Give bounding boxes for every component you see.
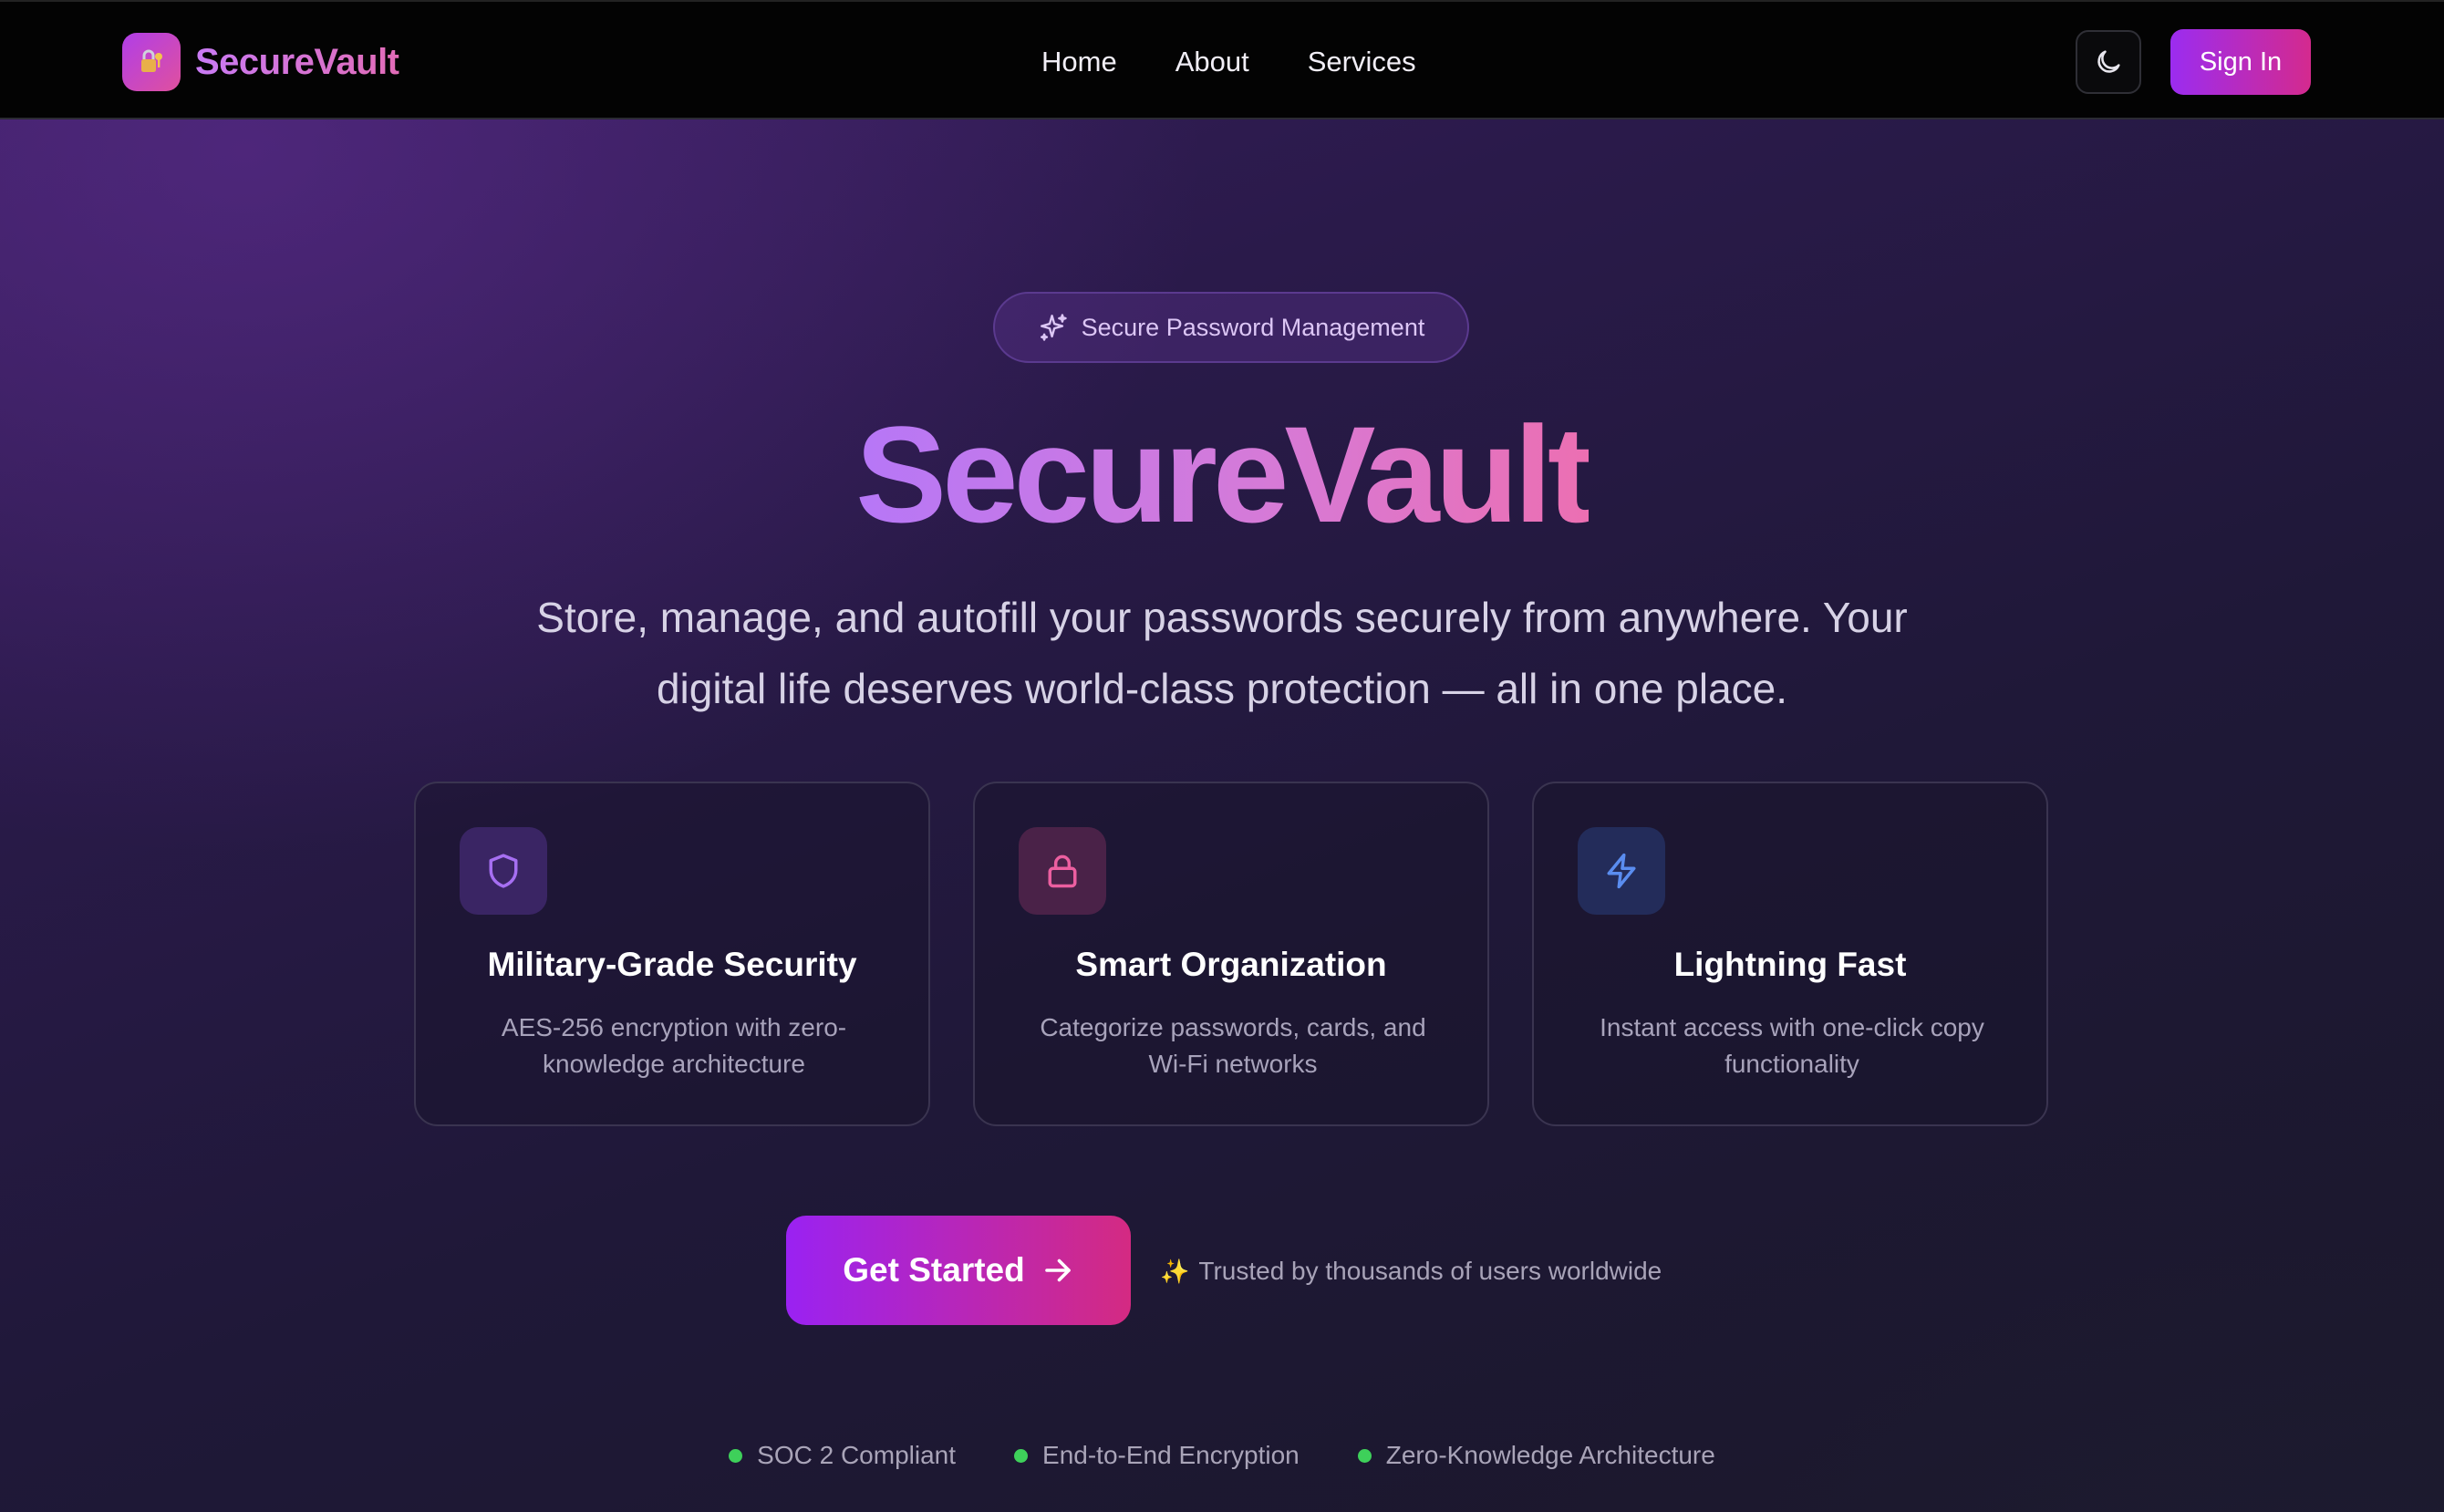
badge-zero-knowledge: Zero-Knowledge Architecture — [1357, 1441, 1715, 1470]
brand-link[interactable]: SecureVault — [122, 33, 399, 91]
nav-link-about[interactable]: About — [1175, 46, 1249, 78]
hero-pill-label: Secure Password Management — [1081, 313, 1425, 341]
sparkles-emoji-icon: ✨ — [1160, 1257, 1190, 1285]
hero-subtitle: Store, manage, and autofill your passwor… — [511, 582, 1933, 724]
sign-in-button[interactable]: Sign In — [2170, 29, 2311, 95]
status-dot-icon — [729, 1448, 743, 1463]
hero-title: SecureVault — [855, 398, 1593, 551]
theme-toggle-button[interactable] — [2076, 30, 2141, 94]
vault-logo-icon — [122, 33, 181, 91]
status-dot-icon — [1357, 1448, 1372, 1463]
hero-pill-badge: Secure Password Management — [993, 292, 1469, 363]
feature-description: AES-256 encryption with zero-knowledge a… — [501, 1013, 847, 1078]
top-navbar: SecureVault Home About Services Sign In — [0, 0, 2444, 119]
shield-icon — [489, 854, 518, 888]
lightning-icon — [1607, 853, 1636, 889]
sparkles-icon — [1040, 314, 1067, 341]
feature-description: Categorize passwords, cards, and Wi-Fi ne… — [1040, 1013, 1426, 1078]
nav-link-services[interactable]: Services — [1308, 46, 1416, 78]
feature-card-speed: Lightning Fast Instant access with one-c… — [1532, 782, 2048, 1126]
trusted-note: ✨ Trusted by thousands of users worldwid… — [1160, 1253, 1662, 1289]
feature-card-organization: Smart Organization Categorize passwords,… — [973, 782, 1489, 1126]
hero-subtitle-line-2: digital life deserves world-class protec… — [656, 665, 1788, 712]
main-nav: Home About Services — [1041, 42, 1475, 82]
feature-cards: Military-Grade Security AES-256 encrypti… — [414, 782, 2048, 1126]
badge-e2e-encryption: End-to-End Encryption — [1014, 1441, 1300, 1470]
feature-title: Military-Grade Security — [487, 946, 857, 983]
hero-subtitle-line-1: Store, manage, and autofill your passwor… — [536, 594, 1908, 641]
feature-icon-container — [1019, 827, 1106, 915]
badge-soc2: SOC 2 Compliant — [729, 1441, 956, 1470]
feature-icon-container — [460, 827, 547, 915]
arrow-right-icon — [1044, 1258, 1071, 1282]
get-started-button[interactable]: Get Started — [786, 1216, 1131, 1325]
moon-icon — [2097, 50, 2120, 73]
feature-icon-container — [1578, 827, 1665, 915]
nav-link-home[interactable]: Home — [1041, 46, 1117, 78]
get-started-label: Get Started — [843, 1251, 1025, 1289]
feature-description: Instant access with one-click copy functi… — [1600, 1013, 1984, 1078]
lock-icon — [1048, 854, 1077, 888]
feature-card-security: Military-Grade Security AES-256 encrypti… — [414, 782, 930, 1126]
feature-title: Smart Organization — [1075, 946, 1387, 983]
trusted-text: Trusted by thousands of users worldwide — [1198, 1257, 1662, 1285]
compliance-badges: SOC 2 Compliant End-to-End Encryption Ze… — [0, 1441, 2444, 1470]
feature-title: Lightning Fast — [1673, 946, 1907, 983]
landing-page: SecureVault Home About Services Sign In … — [0, 0, 2444, 1512]
brand-name: SecureVault — [195, 41, 399, 82]
status-dot-icon — [1014, 1448, 1029, 1463]
